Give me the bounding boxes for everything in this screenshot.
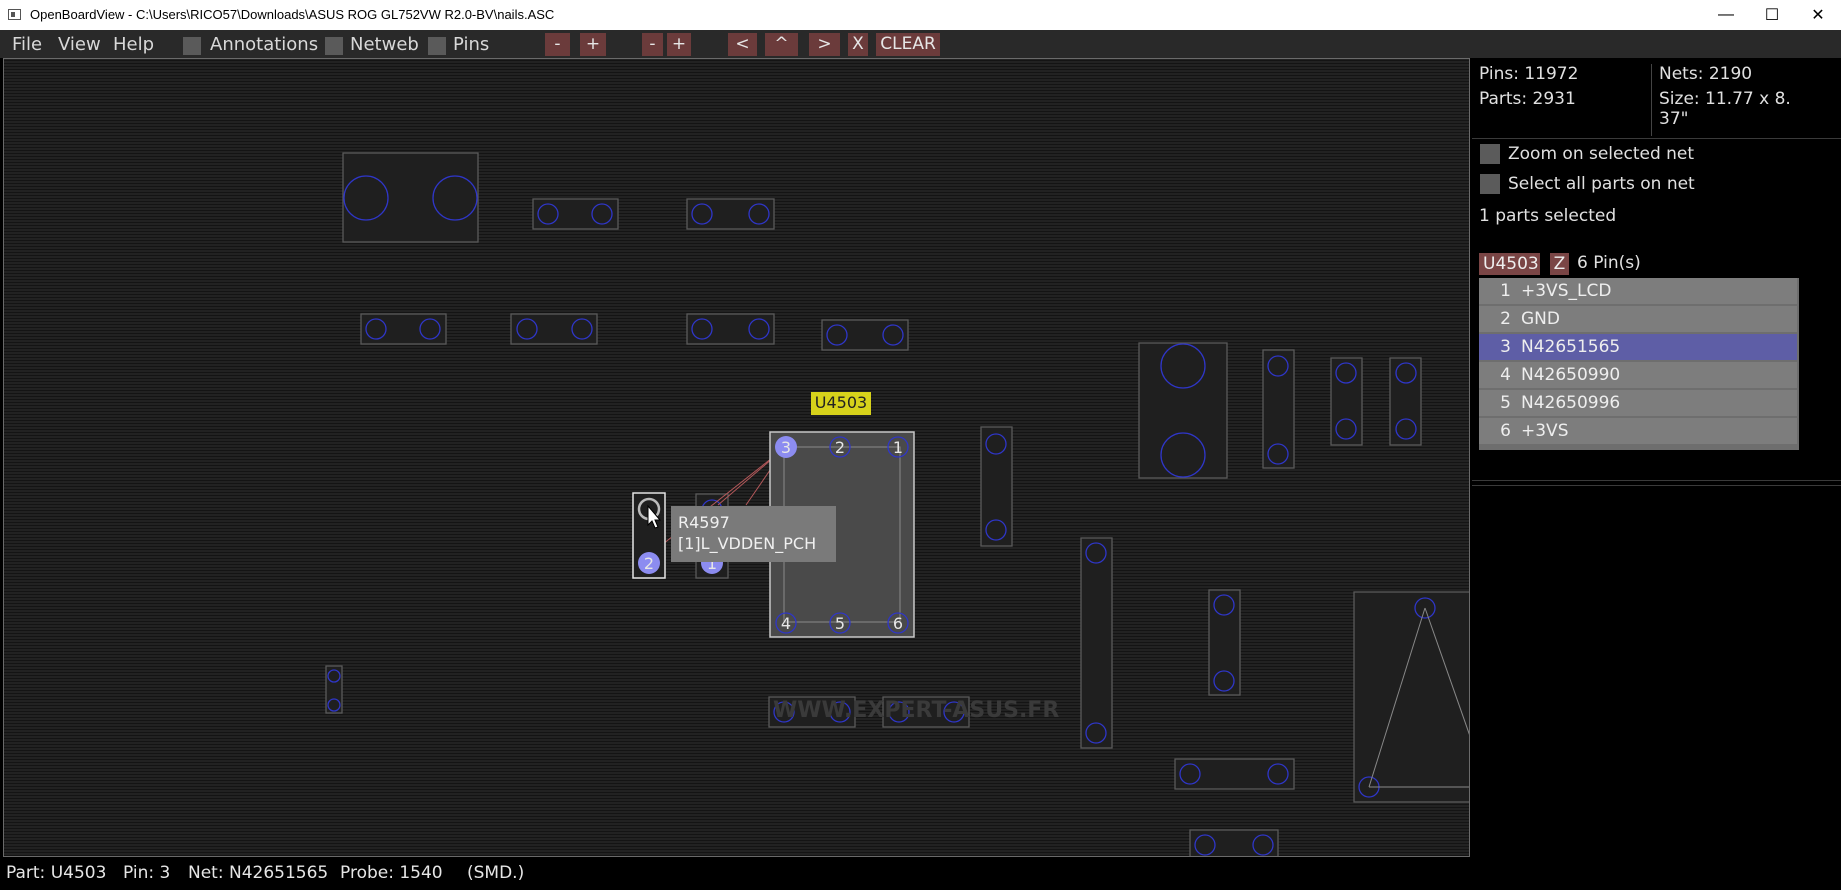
pin-row[interactable]: 2 GND bbox=[1479, 306, 1797, 332]
chip-pin-label: 6 bbox=[893, 614, 903, 633]
nets-count: Nets: 2190 bbox=[1659, 64, 1753, 84]
board-size: Size: 11.77 x 8. bbox=[1659, 89, 1791, 109]
menu-file[interactable]: File bbox=[12, 34, 42, 55]
pin-row-net: +3VS bbox=[1521, 421, 1569, 441]
pin-row-number: 6 bbox=[1500, 421, 1511, 441]
zoom-out-button-2[interactable]: - bbox=[642, 33, 663, 56]
selected-part-badge[interactable]: U4503 bbox=[1479, 253, 1540, 275]
board-size-cont: 37" bbox=[1659, 109, 1689, 129]
pin-row-number: 2 bbox=[1500, 309, 1511, 329]
close-window-button[interactable]: ✕ bbox=[1795, 0, 1841, 30]
chip-pin-label: 3 bbox=[781, 438, 791, 457]
minimize-button[interactable]: — bbox=[1703, 0, 1749, 30]
chip-pin-label: 1 bbox=[893, 438, 903, 457]
pin-row[interactable]: 1 +3VS_LCD bbox=[1479, 278, 1797, 304]
chip-pin-label: 5 bbox=[835, 614, 845, 633]
pins-checkbox[interactable] bbox=[428, 37, 446, 55]
menu-view[interactable]: View bbox=[58, 34, 101, 55]
panel-divider bbox=[1472, 485, 1841, 486]
clear-button[interactable]: CLEAR bbox=[876, 33, 940, 56]
panel-divider bbox=[1472, 480, 1841, 481]
pins-label[interactable]: Pins bbox=[453, 34, 489, 55]
zoom-on-net-label[interactable]: Zoom on selected net bbox=[1508, 144, 1694, 164]
pin-row-selected[interactable]: 3 N42651565 bbox=[1479, 334, 1797, 360]
netweb-checkbox[interactable] bbox=[325, 37, 343, 55]
zoom-out-button[interactable]: - bbox=[545, 33, 570, 56]
pin-row-net: N42651565 bbox=[1521, 337, 1621, 357]
info-panel: Pins: 11972 Parts: 2931 Nets: 2190 Size:… bbox=[1472, 58, 1841, 857]
reset-view-button[interactable]: X bbox=[848, 33, 868, 56]
chip-pin-label: 4 bbox=[781, 614, 791, 633]
zoom-on-net-checkbox[interactable] bbox=[1480, 144, 1500, 164]
select-all-parts-checkbox[interactable] bbox=[1480, 174, 1500, 194]
zoom-in-button[interactable]: + bbox=[580, 33, 606, 56]
pin-list: 1 +3VS_LCD 2 GND 3 N42651565 4 N42650990… bbox=[1479, 278, 1799, 450]
pin-row-number: 5 bbox=[1500, 393, 1511, 413]
pin-count-label: 6 Pin(s) bbox=[1577, 253, 1641, 273]
pins-count: Pins: 11972 bbox=[1479, 64, 1579, 84]
status-pin: Pin: 3 bbox=[123, 863, 171, 883]
status-type: (SMD.) bbox=[467, 863, 525, 883]
panel-divider bbox=[1472, 138, 1841, 139]
zoom-in-button-2[interactable]: + bbox=[667, 33, 691, 56]
status-probe: Probe: 1540 bbox=[340, 863, 443, 883]
board-drawing[interactable]: WWW.EXPERT-ASUS.FR 3 2 1 4 5 6 U4503 2 1… bbox=[4, 59, 1470, 857]
status-net: Net: N42651565 bbox=[188, 863, 329, 883]
menu-bar: File View Help Annotations Netweb Pins -… bbox=[0, 30, 1841, 58]
maximize-button[interactable]: ☐ bbox=[1749, 0, 1795, 30]
status-bar: Part: U4503 Pin: 3 Net: N42651565 Probe:… bbox=[0, 857, 1841, 890]
zoom-part-button[interactable]: Z bbox=[1550, 253, 1569, 275]
panel-divider bbox=[1651, 64, 1652, 136]
probe-pin-label: 2 bbox=[644, 554, 654, 573]
pin-row-net: N42650996 bbox=[1521, 393, 1621, 413]
pin-row-net: GND bbox=[1521, 309, 1560, 329]
pan-up-button[interactable]: ^ bbox=[765, 33, 798, 56]
pan-left-button[interactable]: < bbox=[728, 33, 757, 56]
pin-row[interactable]: 4 N42650990 bbox=[1479, 362, 1797, 388]
pin-row-number: 4 bbox=[1500, 365, 1511, 385]
pin-row[interactable]: 6 +3VS bbox=[1479, 418, 1797, 444]
tooltip-net: [1]L_VDDEN_PCH bbox=[678, 534, 816, 554]
parts-count: Parts: 2931 bbox=[1479, 89, 1576, 109]
board-canvas[interactable]: WWW.EXPERT-ASUS.FR 3 2 1 4 5 6 U4503 2 1… bbox=[3, 58, 1470, 857]
tooltip-part: R4597 bbox=[678, 513, 730, 532]
netweb-label[interactable]: Netweb bbox=[350, 34, 419, 55]
annotations-label[interactable]: Annotations bbox=[210, 34, 318, 55]
menu-help[interactable]: Help bbox=[113, 34, 154, 55]
status-part: Part: U4503 bbox=[6, 863, 107, 883]
pin-row-number: 1 bbox=[1500, 281, 1511, 301]
pin-row-number: 3 bbox=[1500, 337, 1511, 357]
part-label: U4503 bbox=[815, 393, 867, 412]
watermark: WWW.EXPERT-ASUS.FR bbox=[773, 698, 1059, 723]
app-icon bbox=[8, 9, 21, 20]
title-bar: OpenBoardView - C:\Users\RICO57\Download… bbox=[0, 0, 1841, 30]
pan-right-button[interactable]: > bbox=[809, 33, 840, 56]
pin-row[interactable]: 5 N42650996 bbox=[1479, 390, 1797, 416]
chip-pin-label: 2 bbox=[835, 438, 845, 457]
annotations-checkbox[interactable] bbox=[183, 37, 201, 55]
select-all-parts-label[interactable]: Select all parts on net bbox=[1508, 174, 1695, 194]
pin-row-net: N42650990 bbox=[1521, 365, 1621, 385]
window-title: OpenBoardView - C:\Users\RICO57\Download… bbox=[30, 7, 555, 22]
pin-row-net: +3VS_LCD bbox=[1521, 281, 1612, 301]
parts-selected: 1 parts selected bbox=[1479, 206, 1617, 226]
